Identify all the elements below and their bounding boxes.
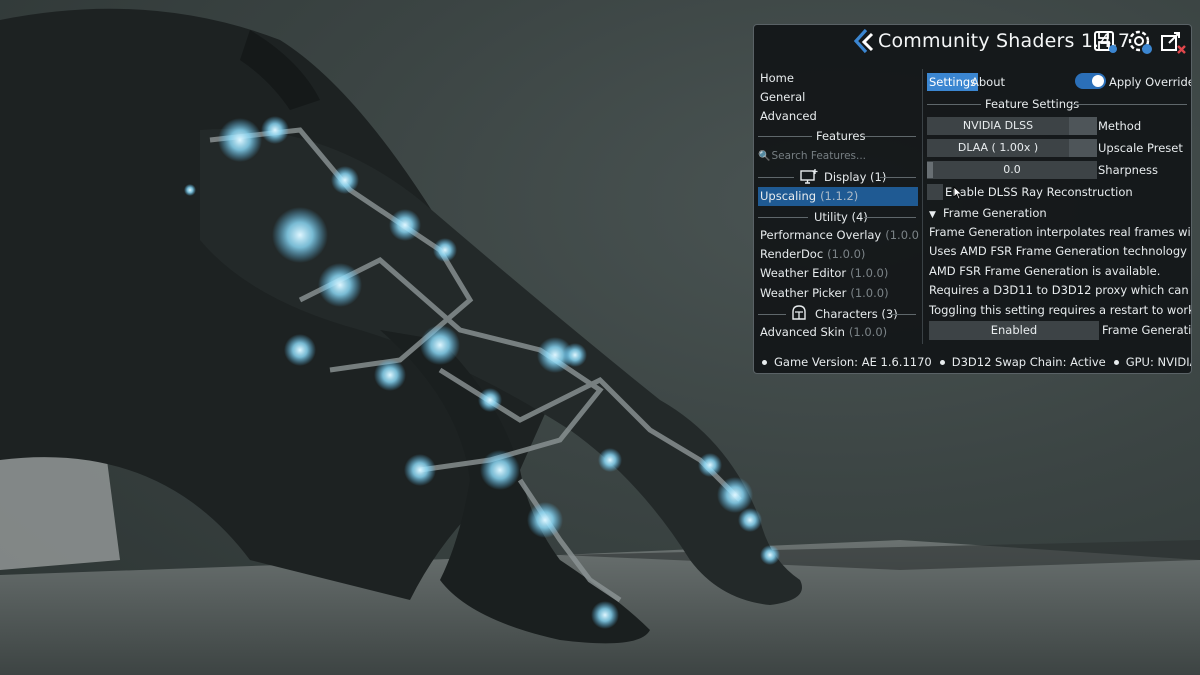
feature-renderdoc[interactable]: RenderDoc (1.0.0) [758, 245, 918, 264]
ray-reconstruction-checkbox[interactable] [927, 184, 943, 200]
frame-generation-enabled-button[interactable]: Enabled [929, 321, 1099, 340]
save-settings-icon[interactable] [1092, 28, 1120, 56]
feature-version: (1.0.0) [850, 266, 889, 280]
title-bar: Community Shaders 1.4.7 [754, 25, 1191, 61]
slider-grab[interactable] [927, 162, 933, 178]
nav-home[interactable]: Home [760, 69, 794, 87]
feature-performance-overlay[interactable]: Performance Overlay (1.0.0) [758, 226, 920, 245]
sharpness-label: Sharpness [1098, 163, 1159, 177]
apply-override-toggle[interactable] [1075, 73, 1106, 89]
frame-generation-header: Frame Generation [943, 206, 1047, 220]
search-placeholder: Search Features... [771, 150, 867, 162]
feature-weather-editor[interactable]: Weather Editor (1.0.0) [758, 264, 918, 283]
feature-settings-label: Feature Settings [985, 97, 1080, 111]
upscale-preset-dropdown[interactable]: DLAA ( 1.00x ) [927, 139, 1097, 157]
frame-gen-info-line: AMD FSR Frame Generation is available. [929, 264, 1161, 278]
feature-weather-picker[interactable]: Weather Picker (1.0.0) [758, 284, 918, 303]
gpu-status: GPU: NVIDIA GeFor [1125, 355, 1191, 369]
features-header-label: Features [816, 129, 866, 143]
feature-version: (1.0.0) [850, 286, 889, 300]
utility-category-label: Utility (4) [814, 210, 868, 224]
feature-name: RenderDoc [760, 247, 824, 261]
feature-version: (1.0.0) [827, 247, 866, 261]
frame-generation-tree-node[interactable]: ▼ Frame Generation [929, 204, 1047, 222]
characters-helmet-icon [792, 305, 806, 320]
feature-name: Weather Editor [760, 266, 847, 280]
characters-category-header: Characters (3) [754, 305, 920, 323]
status-bar: Game Version: AE 1.6.1170 D3D12 Swap Chai… [754, 351, 1191, 373]
feature-version: (1.1.2) [820, 189, 859, 203]
display-category-header: Display (1) [754, 168, 920, 186]
nav-advanced[interactable]: Advanced [760, 107, 817, 125]
search-icon: 🔍 [758, 151, 771, 162]
feature-name: Performance Overlay [760, 228, 882, 242]
feature-version: (1.0.0) [848, 325, 888, 339]
load-settings-gear-icon[interactable] [1126, 28, 1154, 56]
feature-upscaling[interactable]: Upscaling (1.1.2) [758, 187, 918, 206]
tab-about[interactable]: About [969, 73, 1007, 91]
collapse-arrow-icon: ▼ [929, 210, 936, 220]
dropdown-arrow-icon [1069, 117, 1097, 135]
community-shaders-logo-icon [853, 28, 874, 54]
nav-general[interactable]: General [760, 88, 805, 106]
feature-advanced-skin[interactable]: Advanced Skin (1.0.0) [758, 323, 918, 342]
upscale-preset-value: DLAA ( 1.00x ) [957, 141, 1039, 154]
search-features-input[interactable]: 🔍Search Features... [758, 149, 916, 164]
display-monitor-icon [800, 169, 818, 184]
feature-settings-header: Feature Settings [925, 95, 1187, 113]
dropdown-arrow-icon [1069, 139, 1097, 157]
method-label: Method [1098, 119, 1142, 133]
apply-override-label: Apply Override [1109, 75, 1191, 89]
method-value: NVIDIA DLSS [962, 119, 1034, 132]
mouse-cursor-icon [953, 186, 963, 200]
sharpness-value: 0.0 [1003, 163, 1021, 176]
method-dropdown[interactable]: NVIDIA DLSS [927, 117, 1097, 135]
feature-version: (1.0.0) [885, 228, 920, 242]
game-version-status: Game Version: AE 1.6.1170 [774, 355, 932, 369]
upscale-preset-label: Upscale Preset [1098, 141, 1183, 155]
frame-gen-info-line: Toggling this setting requires a restart… [929, 303, 1191, 317]
feature-name: Weather Picker [760, 286, 847, 300]
sharpness-slider[interactable]: 0.0 [927, 161, 1097, 179]
display-category-label: Display (1) [824, 170, 887, 184]
community-shaders-window: Community Shaders 1.4.7 Home General Adv… [753, 24, 1192, 374]
features-section-header: Features [754, 127, 920, 145]
frame-generation-label: Frame Generatior [1102, 323, 1191, 337]
close-overlay-icon[interactable] [1159, 28, 1187, 56]
frame-gen-info-line: Frame Generation interpolates real frame… [929, 225, 1191, 239]
characters-category-label: Characters (3) [815, 307, 898, 321]
swap-chain-status: D3D12 Swap Chain: Active [951, 355, 1106, 369]
frame-gen-info-line: Uses AMD FSR Frame Generation technology [929, 244, 1187, 258]
frame-gen-info-line: Requires a D3D11 to D3D12 proxy which ca… [929, 283, 1191, 297]
bullet-icon [762, 360, 767, 365]
bullet-icon [1113, 360, 1119, 365]
bullet-icon [939, 360, 945, 365]
feature-name: Upscaling [760, 189, 817, 203]
feature-name: Advanced Skin [760, 325, 845, 339]
left-navigation: Home General Advanced Features 🔍Search F… [754, 69, 920, 344]
ray-reconstruction-label[interactable]: Enable DLSS Ray Reconstruction [945, 183, 1133, 201]
utility-category-header: Utility (4) [754, 208, 920, 226]
settings-pane: Settings About Apply Override Feature Se… [925, 69, 1191, 344]
pane-divider [922, 69, 923, 344]
